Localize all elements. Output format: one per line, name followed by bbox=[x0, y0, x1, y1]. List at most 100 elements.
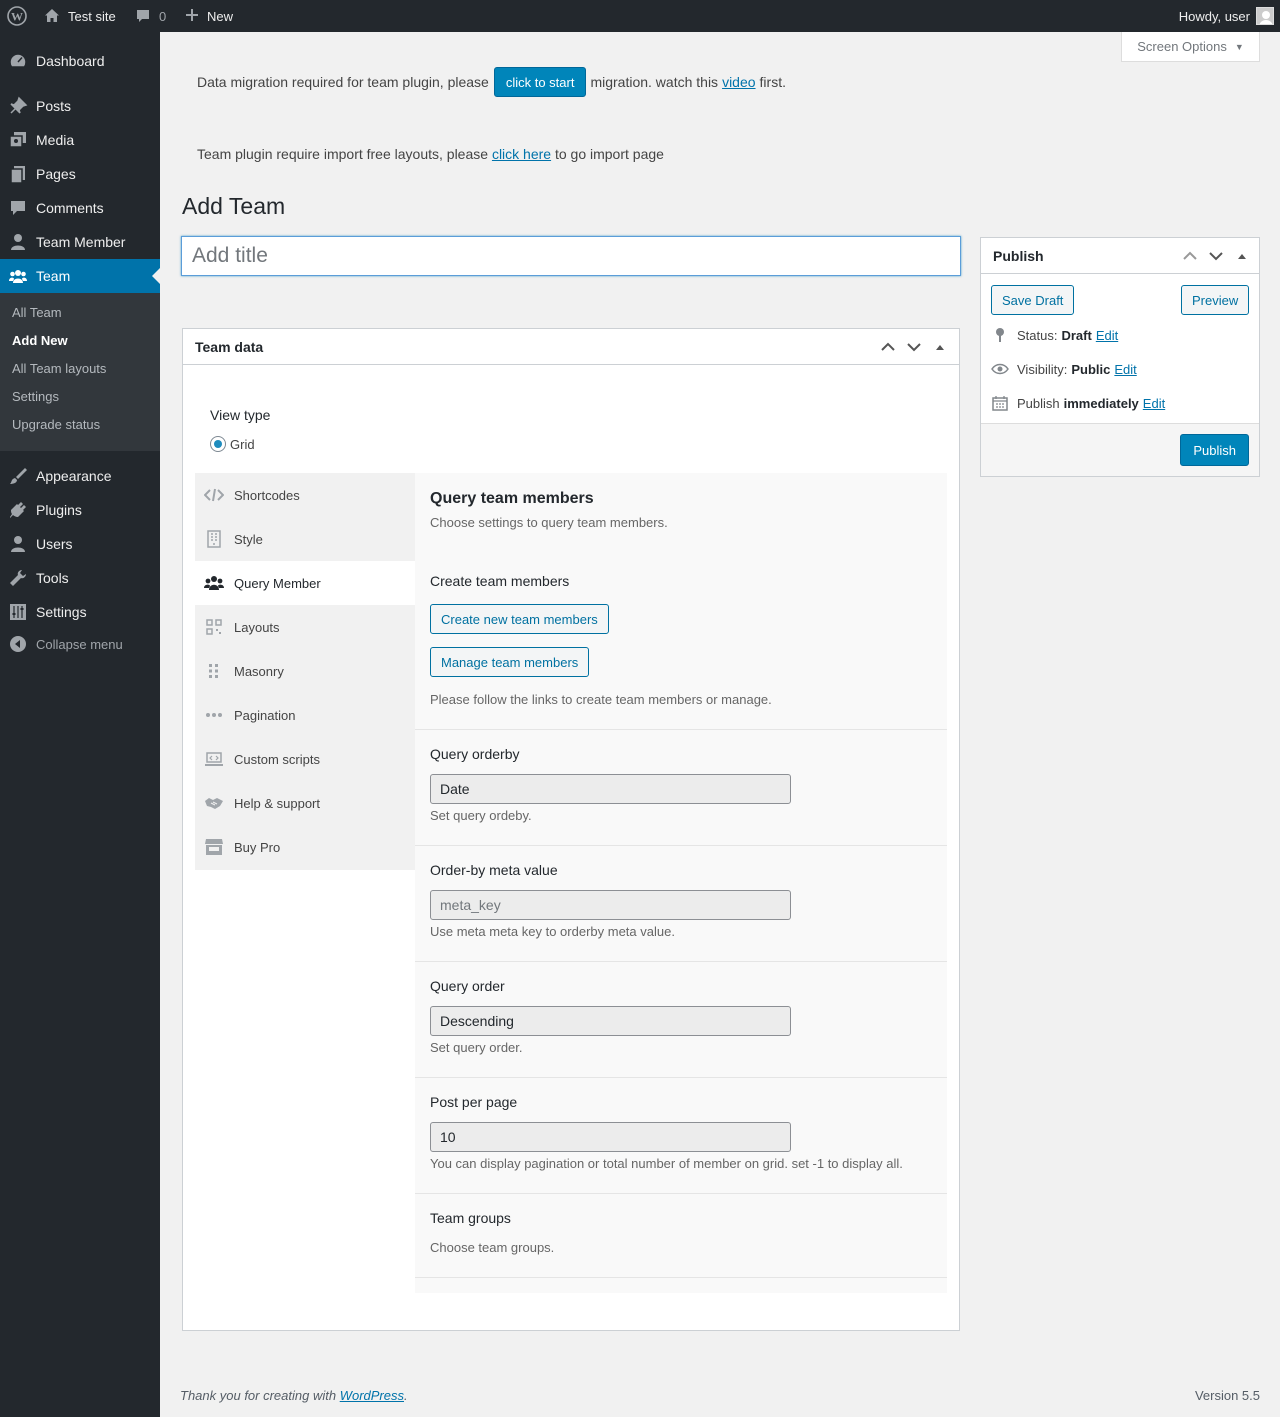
tab-masonry[interactable]: Masonry bbox=[195, 649, 415, 693]
menu-posts[interactable]: Posts bbox=[0, 89, 160, 123]
ppp-label: Post per page bbox=[430, 1094, 518, 1110]
screen-options-toggle[interactable]: Screen Options ▼ bbox=[1121, 32, 1260, 62]
collapse-menu-button[interactable]: Collapse menu bbox=[0, 627, 160, 661]
tab-label: Layouts bbox=[234, 619, 280, 635]
title-input[interactable] bbox=[181, 236, 961, 276]
edit-visibility-link[interactable]: Edit bbox=[1114, 362, 1136, 377]
manage-members-button[interactable]: Manage team members bbox=[430, 647, 590, 677]
tab-label: Masonry bbox=[234, 663, 284, 679]
menu-label: Comments bbox=[36, 200, 104, 216]
panel-subtitle: Choose settings to query team members. bbox=[430, 515, 668, 530]
tab-shortcodes[interactable]: Shortcodes bbox=[195, 473, 415, 517]
calendar-icon bbox=[991, 394, 1009, 412]
new-content-link[interactable]: New bbox=[185, 0, 233, 32]
submenu-settings[interactable]: Settings bbox=[12, 389, 59, 404]
tab-layouts[interactable]: Layouts bbox=[195, 605, 415, 649]
wordpress-logo-icon[interactable]: W bbox=[6, 0, 28, 32]
menu-comments[interactable]: Comments bbox=[0, 191, 160, 225]
footer-version: Version 5.5 bbox=[1194, 1388, 1260, 1403]
grid-radio[interactable] bbox=[210, 436, 226, 452]
posts-per-page-input[interactable]: 10 bbox=[430, 1122, 791, 1152]
import-text: Team plugin require import free layouts,… bbox=[197, 146, 489, 162]
orderby-label: Query orderby bbox=[430, 746, 520, 762]
orderby-select[interactable]: Date bbox=[430, 774, 791, 804]
create-new-members-button[interactable]: Create new team members bbox=[430, 604, 609, 634]
site-name-link[interactable]: Test site bbox=[44, 0, 116, 32]
footer-period: . bbox=[404, 1388, 408, 1403]
comments-count: 0 bbox=[159, 8, 167, 24]
code-icon bbox=[204, 485, 224, 505]
toggle-triangle-icon[interactable] bbox=[1229, 238, 1255, 274]
save-draft-button[interactable]: Save Draft bbox=[991, 285, 1075, 315]
submenu-all-team-layouts[interactable]: All Team layouts bbox=[12, 361, 106, 376]
orderby-value: Date bbox=[440, 781, 470, 797]
divider bbox=[415, 961, 947, 962]
edit-date-link[interactable]: Edit bbox=[1143, 396, 1165, 411]
toggle-triangle-icon[interactable] bbox=[927, 329, 953, 365]
menu-label: Media bbox=[36, 132, 75, 148]
tab-label: Help & support bbox=[234, 795, 320, 811]
team-submenu: All Team Add New All Team layouts Settin… bbox=[0, 293, 160, 451]
groups-desc: Choose team groups. bbox=[430, 1240, 555, 1255]
view-type-grid-option[interactable]: Grid bbox=[210, 436, 255, 452]
box-controls bbox=[1177, 238, 1255, 274]
chevron-down-icon[interactable] bbox=[1203, 238, 1229, 274]
menu-media[interactable]: Media bbox=[0, 123, 160, 157]
preview-button[interactable]: Preview bbox=[1181, 285, 1250, 315]
menu-tools[interactable]: Tools bbox=[0, 561, 160, 595]
status-row: Status: Draft Edit bbox=[991, 326, 1118, 344]
tab-help-support[interactable]: Help & support bbox=[195, 781, 415, 825]
publish-button[interactable]: Publish bbox=[1180, 434, 1249, 466]
comments-link[interactable]: 0 bbox=[135, 0, 166, 32]
migration-text-2: migration. watch this bbox=[590, 74, 719, 90]
panel-title: Query team members bbox=[430, 490, 594, 507]
menu-team-member[interactable]: Team Member bbox=[0, 225, 160, 259]
visibility-label: Visibility: bbox=[1017, 361, 1068, 377]
tab-style[interactable]: Style bbox=[195, 517, 415, 561]
menu-team[interactable]: Team bbox=[0, 259, 160, 293]
chevron-up-icon[interactable] bbox=[1177, 238, 1203, 274]
order-select[interactable]: Descending bbox=[430, 1006, 791, 1036]
screen-options-label: Screen Options bbox=[1137, 39, 1227, 54]
publish-date-value: immediately bbox=[1063, 395, 1139, 411]
wordpress-link[interactable]: WordPress bbox=[340, 1388, 404, 1403]
menu-dashboard[interactable]: Dashboard bbox=[0, 44, 160, 78]
edit-status-link[interactable]: Edit bbox=[1096, 328, 1118, 343]
import-notice: Team plugin require import free layouts,… bbox=[197, 146, 664, 162]
groups-icon bbox=[8, 266, 28, 286]
meta-key-input[interactable] bbox=[430, 890, 791, 920]
orderby-desc: Set query ordeby. bbox=[430, 808, 532, 823]
menu-label: Dashboard bbox=[36, 53, 105, 69]
pages-icon bbox=[8, 164, 28, 184]
submenu-upgrade-status[interactable]: Upgrade status bbox=[12, 417, 100, 432]
order-value: Descending bbox=[440, 1013, 514, 1029]
tab-pagination[interactable]: Pagination bbox=[195, 693, 415, 737]
dashboard-icon bbox=[8, 51, 28, 71]
tab-label: Query Member bbox=[234, 575, 321, 591]
import-link[interactable]: click here bbox=[492, 146, 551, 162]
eye-icon bbox=[991, 360, 1009, 378]
tab-custom-scripts[interactable]: Custom scripts bbox=[195, 737, 415, 781]
video-link[interactable]: video bbox=[722, 74, 755, 90]
order-label: Query order bbox=[430, 978, 505, 994]
chevron-up-icon[interactable] bbox=[875, 329, 901, 365]
menu-label: Posts bbox=[36, 98, 72, 114]
import-text-2: to go import page bbox=[554, 146, 664, 162]
submenu-add-new[interactable]: Add New bbox=[12, 333, 68, 348]
footer-thanks-text: Thank you for creating with bbox=[180, 1388, 337, 1403]
chevron-down-icon[interactable] bbox=[901, 329, 927, 365]
menu-users[interactable]: Users bbox=[0, 527, 160, 561]
start-migration-button[interactable]: click to start bbox=[493, 67, 587, 97]
menu-settings[interactable]: Settings bbox=[0, 595, 160, 629]
tab-query-member[interactable]: Query Member bbox=[195, 561, 415, 605]
new-label: New bbox=[207, 8, 234, 24]
menu-pages[interactable]: Pages bbox=[0, 157, 160, 191]
account-menu[interactable]: Howdy, user bbox=[1179, 0, 1274, 32]
menu-plugins[interactable]: Plugins bbox=[0, 493, 160, 527]
tab-buy-pro[interactable]: Buy Pro bbox=[195, 825, 415, 869]
building-icon bbox=[204, 529, 224, 549]
submenu-all-team[interactable]: All Team bbox=[12, 305, 62, 320]
menu-appearance[interactable]: Appearance bbox=[0, 459, 160, 493]
pin-icon bbox=[991, 326, 1009, 344]
store-icon bbox=[204, 837, 224, 857]
